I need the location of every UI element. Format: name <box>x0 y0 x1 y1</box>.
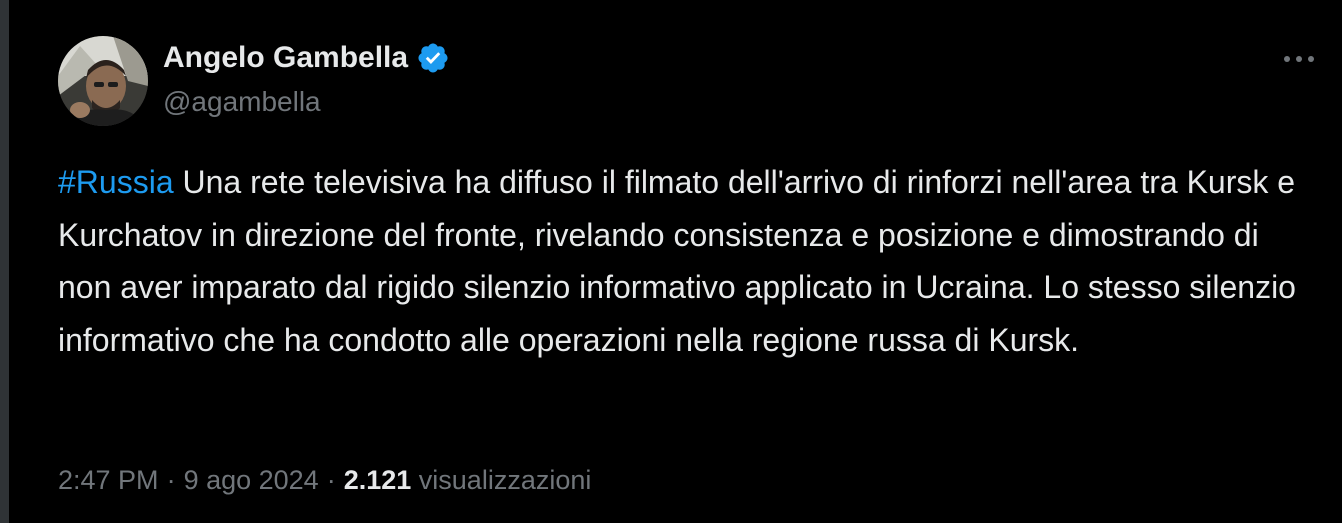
tweet-text: #Russia Una rete televisiva ha diffuso i… <box>58 156 1318 366</box>
tweet-body: Una rete televisiva ha diffuso il filmat… <box>58 164 1296 358</box>
meta-separator: · <box>166 465 176 495</box>
more-options-button[interactable] <box>1277 44 1321 74</box>
verified-badge-icon[interactable] <box>416 41 450 75</box>
author-name-row: Angelo Gambella <box>163 40 450 76</box>
author-handle[interactable]: @agambella <box>163 86 321 118</box>
tweet: Angelo Gambella @agambella #Russia Una r… <box>9 0 1342 523</box>
hashtag-link[interactable]: #Russia <box>58 164 174 200</box>
thread-rule <box>0 0 9 523</box>
more-horizontal-icon <box>1284 56 1314 62</box>
tweet-date[interactable]: 9 ago 2024 <box>184 465 319 495</box>
meta-separator: · <box>326 465 336 495</box>
author-display-name[interactable]: Angelo Gambella <box>163 40 408 76</box>
views-label: visualizzazioni <box>418 465 592 495</box>
views-count: 2.121 <box>343 465 412 495</box>
avatar[interactable] <box>58 36 148 126</box>
tweet-time[interactable]: 2:47 PM <box>58 465 159 495</box>
tweet-meta: 2:47 PM · 9 ago 2024 · 2.121 visualizzazioni <box>58 462 591 498</box>
